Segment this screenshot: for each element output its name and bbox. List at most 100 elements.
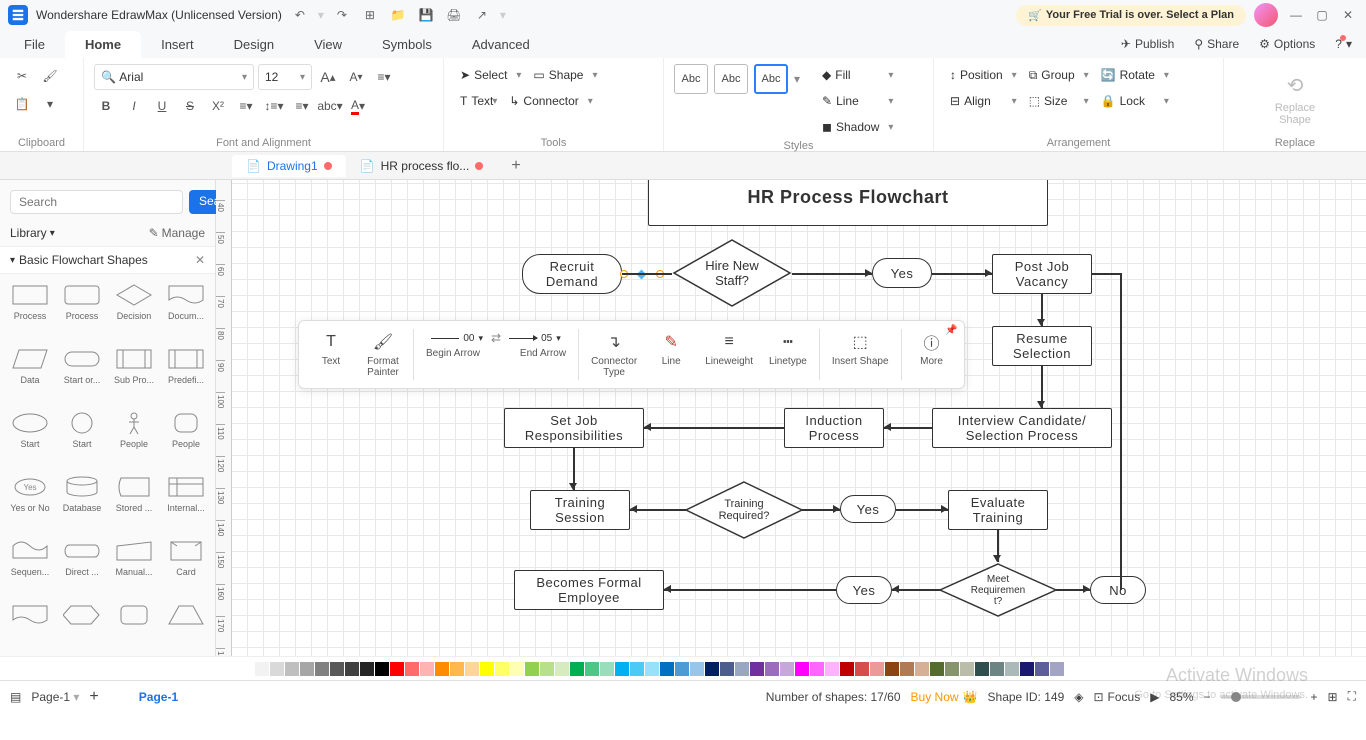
- trial-banner[interactable]: 🛒 Your Free Trial is over. Select a Plan: [1016, 5, 1246, 26]
- ft-insert-shape[interactable]: ⬚Insert Shape: [826, 329, 895, 380]
- color-swatch[interactable]: [915, 662, 929, 676]
- color-swatch[interactable]: [525, 662, 539, 676]
- shape-item[interactable]: YesYes or No: [8, 474, 52, 530]
- color-swatch[interactable]: [825, 662, 839, 676]
- style-preview-3[interactable]: Abc: [754, 64, 788, 94]
- color-swatch[interactable]: [1035, 662, 1049, 676]
- options-link[interactable]: ⚙Options: [1249, 37, 1325, 51]
- color-swatch[interactable]: [870, 662, 884, 676]
- shape-item[interactable]: Manual...: [112, 538, 156, 594]
- ft-line[interactable]: ✎Line: [647, 329, 695, 380]
- shape-item[interactable]: Internal...: [164, 474, 208, 530]
- style-preview-1[interactable]: Abc: [674, 64, 708, 94]
- undo-icon[interactable]: ↶: [290, 5, 310, 25]
- library-label[interactable]: Library: [10, 226, 47, 240]
- rotate-dropdown[interactable]: 🔄Rotate: [1095, 64, 1171, 86]
- color-swatch[interactable]: [405, 662, 419, 676]
- color-swatch[interactable]: [285, 662, 299, 676]
- shadow-dropdown[interactable]: ◼Shadow: [816, 116, 895, 138]
- share-link[interactable]: ⚲Share: [1184, 37, 1249, 51]
- font-color-button[interactable]: A▾: [346, 94, 370, 118]
- close-icon[interactable]: ✕: [1338, 5, 1358, 25]
- connector-tool[interactable]: ↳Connector: [503, 90, 594, 112]
- italic-button[interactable]: I: [122, 94, 146, 118]
- color-swatch[interactable]: [900, 662, 914, 676]
- focus-button[interactable]: ⊡ Focus: [1093, 690, 1140, 704]
- color-swatch[interactable]: [555, 662, 569, 676]
- page-label[interactable]: Page-1: [139, 690, 178, 704]
- ft-linetype[interactable]: ┅Linetype: [763, 329, 813, 380]
- doc-tab-1[interactable]: 📄 Drawing1: [232, 155, 346, 177]
- color-swatch[interactable]: [1050, 662, 1064, 676]
- cut-button[interactable]: ✂: [10, 64, 34, 88]
- font-family-select[interactable]: 🔍 Arial: [94, 64, 254, 90]
- superscript-button[interactable]: X²: [206, 94, 230, 118]
- node-interview[interactable]: Interview Candidate/ Selection Process: [932, 408, 1112, 448]
- replace-shape-label[interactable]: Replace Shape: [1275, 102, 1315, 126]
- color-swatch[interactable]: [645, 662, 659, 676]
- text-tool[interactable]: TText: [454, 90, 499, 112]
- color-swatch[interactable]: [660, 662, 674, 676]
- color-swatch[interactable]: [690, 662, 704, 676]
- node-training-session[interactable]: Training Session: [530, 490, 630, 530]
- node-becomes[interactable]: Becomes Formal Employee: [514, 570, 664, 610]
- shape-item[interactable]: Database: [60, 474, 104, 530]
- ft-format-painter[interactable]: 🖌Format Painter: [359, 329, 407, 380]
- color-swatch[interactable]: [240, 662, 254, 676]
- numbering-button[interactable]: ≡▾: [290, 94, 314, 118]
- node-resume-selection[interactable]: Resume Selection: [992, 326, 1092, 366]
- color-swatch[interactable]: [600, 662, 614, 676]
- pin-icon[interactable]: 📌: [945, 325, 957, 336]
- color-swatch[interactable]: [315, 662, 329, 676]
- align-dropdown-1[interactable]: ≡▾: [372, 65, 396, 89]
- tab-file[interactable]: File: [4, 31, 65, 58]
- shape-item[interactable]: People: [112, 410, 156, 466]
- tab-design[interactable]: Design: [214, 31, 294, 58]
- color-swatch[interactable]: [540, 662, 554, 676]
- save-icon[interactable]: 💾: [416, 5, 436, 25]
- help-link[interactable]: ?▾: [1325, 37, 1362, 51]
- shape-item[interactable]: Decision: [112, 282, 156, 338]
- shape-item[interactable]: Process: [60, 282, 104, 338]
- color-swatch[interactable]: [420, 662, 434, 676]
- color-swatch[interactable]: [750, 662, 764, 676]
- shape-item[interactable]: Sub Pro...: [112, 346, 156, 402]
- color-swatch[interactable]: [435, 662, 449, 676]
- font-grow-button[interactable]: A▴: [316, 65, 340, 89]
- minimize-icon[interactable]: —: [1286, 5, 1306, 25]
- node-no[interactable]: No: [1090, 576, 1146, 604]
- color-swatch[interactable]: [855, 662, 869, 676]
- color-swatch[interactable]: [930, 662, 944, 676]
- font-shrink-button[interactable]: A▾: [344, 65, 368, 89]
- color-swatch[interactable]: [975, 662, 989, 676]
- color-swatch[interactable]: [840, 662, 854, 676]
- font-size-select[interactable]: 12: [258, 64, 312, 90]
- tab-advanced[interactable]: Advanced: [452, 31, 550, 58]
- shape-item[interactable]: Predefi...: [164, 346, 208, 402]
- fill-dropdown[interactable]: ◆Fill: [816, 64, 895, 86]
- shape-category[interactable]: ▾ Basic Flowchart Shapes ✕: [0, 246, 215, 274]
- node-evaluate[interactable]: Evaluate Training: [948, 490, 1048, 530]
- shape-item[interactable]: Stored ...: [112, 474, 156, 530]
- add-tab[interactable]: +: [497, 153, 534, 179]
- shape-item[interactable]: Docum...: [164, 282, 208, 338]
- color-swatch[interactable]: [705, 662, 719, 676]
- shape-item[interactable]: Data: [8, 346, 52, 402]
- buy-now-link[interactable]: Buy Now 👑: [911, 690, 978, 704]
- color-swatch[interactable]: [1005, 662, 1019, 676]
- bold-button[interactable]: B: [94, 94, 118, 118]
- bullets-button[interactable]: ≡▾: [234, 94, 258, 118]
- copy-button[interactable]: 📋: [10, 92, 34, 116]
- shape-item[interactable]: Process: [8, 282, 52, 338]
- color-swatch[interactable]: [510, 662, 524, 676]
- color-swatch[interactable]: [450, 662, 464, 676]
- color-swatch[interactable]: [885, 662, 899, 676]
- line-dropdown[interactable]: ✎Line: [816, 90, 895, 112]
- style-preview-2[interactable]: Abc: [714, 64, 748, 94]
- color-swatch[interactable]: [960, 662, 974, 676]
- color-swatch[interactable]: [585, 662, 599, 676]
- paste-button[interactable]: ▾: [38, 92, 62, 116]
- page-select[interactable]: Page-1 ▾: [31, 690, 79, 704]
- select-tool[interactable]: ➤Select: [454, 64, 523, 86]
- color-swatch[interactable]: [390, 662, 404, 676]
